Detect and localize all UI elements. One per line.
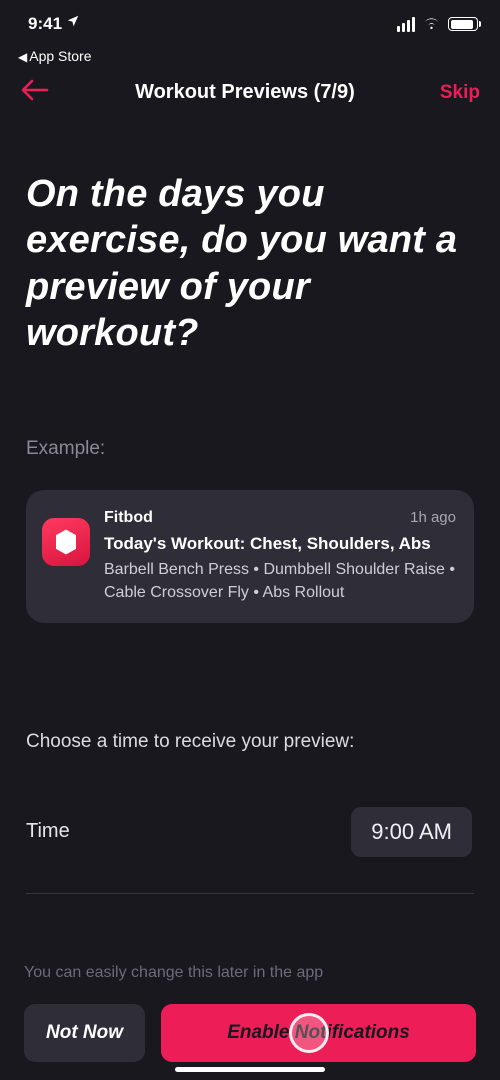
enable-notifications-button[interactable]: Enable Notifications <box>161 1004 476 1062</box>
status-bar: 9:41 <box>0 0 500 48</box>
wifi-icon <box>422 14 441 34</box>
example-label: Example: <box>26 438 474 460</box>
location-arrow-icon <box>66 14 80 32</box>
skip-button[interactable]: Skip <box>440 82 480 104</box>
page-title: Workout Previews (7/9) <box>135 81 355 104</box>
choose-time-label: Choose a time to receive your preview: <box>26 731 474 753</box>
cell-signal-icon <box>397 17 415 32</box>
notif-detail: Barbell Bench Press • Dumbbell Shoulder … <box>104 558 456 604</box>
notif-title: Today's Workout: Chest, Shoulders, Abs <box>104 532 456 557</box>
example-notification: Fitbod 1h ago Today's Workout: Chest, Sh… <box>26 490 474 622</box>
time-picker[interactable]: 9:00 AM <box>351 807 472 857</box>
time-row: Time 9:00 AM <box>26 807 474 857</box>
arrow-left-icon <box>20 78 50 102</box>
footer: You can easily change this later in the … <box>0 944 500 1080</box>
not-now-button[interactable]: Not Now <box>24 1004 145 1062</box>
chevron-left-icon: ◀︎ <box>18 50 27 64</box>
back-app-label: App Store <box>29 48 91 64</box>
divider <box>26 893 474 894</box>
content-area: On the days you exercise, do you want a … <box>0 113 500 944</box>
headline: On the days you exercise, do you want a … <box>26 171 474 356</box>
status-time: 9:41 <box>28 14 62 34</box>
notif-app-name: Fitbod <box>104 506 153 529</box>
time-label: Time <box>26 820 70 843</box>
battery-icon <box>448 17 478 31</box>
fitbod-app-icon <box>42 518 90 566</box>
tap-indicator-icon <box>289 1013 329 1053</box>
nav-bar: Workout Previews (7/9) Skip <box>0 68 500 113</box>
home-indicator[interactable] <box>175 1067 325 1072</box>
back-to-app-store[interactable]: ◀︎ App Store <box>0 48 500 68</box>
footer-hint: You can easily change this later in the … <box>24 964 476 982</box>
back-button[interactable] <box>20 78 50 107</box>
notif-timestamp: 1h ago <box>410 507 456 529</box>
